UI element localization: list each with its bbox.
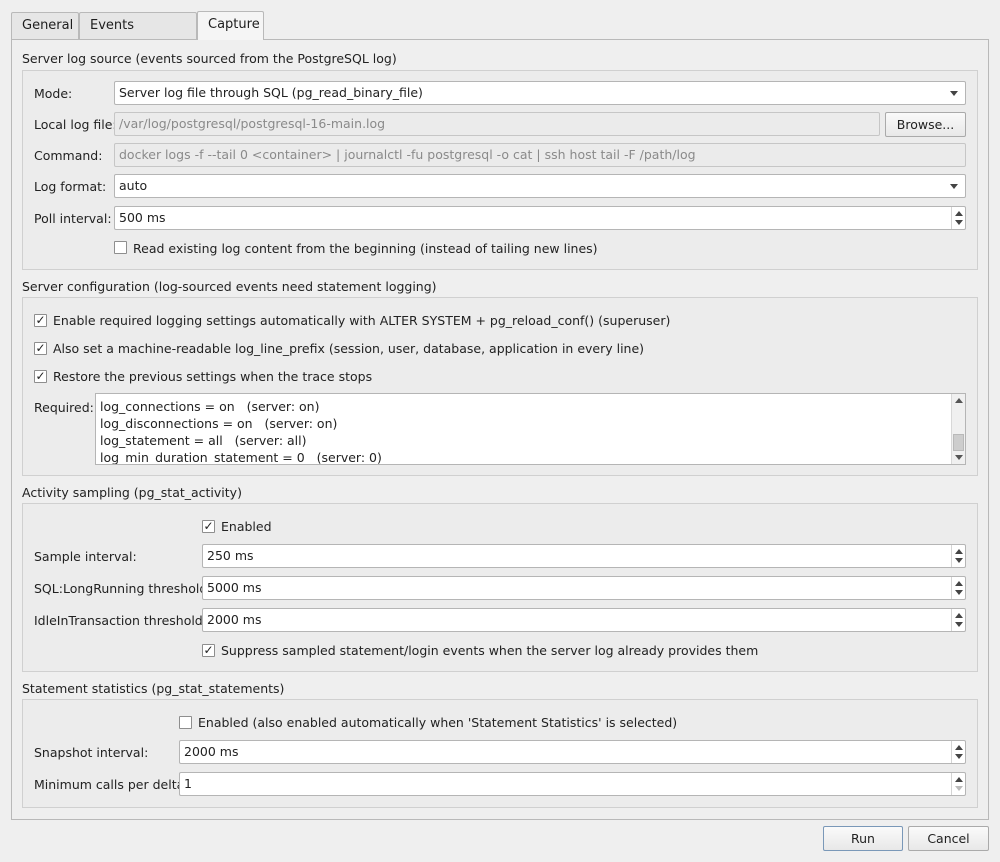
statements-enabled-checkbox[interactable] <box>179 716 192 729</box>
snapshot-interval-value: 2000 ms <box>184 744 239 759</box>
poll-interval-value: 500 ms <box>119 210 166 225</box>
spin-down-icon[interactable] <box>955 622 963 627</box>
spin-up-icon[interactable] <box>955 745 963 750</box>
min-calls-label: Minimum calls per delta: <box>34 777 189 792</box>
command-field[interactable]: docker logs -f --tail 0 <container> | jo… <box>114 143 966 167</box>
spin-buttons[interactable] <box>951 545 965 567</box>
log-format-value: auto <box>119 178 148 193</box>
mode-label: Mode: <box>34 86 73 101</box>
activity-section-title: Activity sampling (pg_stat_activity) <box>22 485 242 500</box>
spin-down-icon[interactable] <box>955 558 963 563</box>
poll-interval-spinbox[interactable]: 500 ms <box>114 206 966 230</box>
mode-combo[interactable]: Server log file through SQL (pg_read_bin… <box>114 81 966 105</box>
spin-up-icon[interactable] <box>955 211 963 216</box>
tab-general[interactable]: General <box>11 12 79 39</box>
restore-settings-checkbox[interactable]: ✓ <box>34 370 47 383</box>
enable-logging-checkbox[interactable]: ✓ <box>34 314 47 327</box>
required-settings-textarea[interactable]: log_connections = on (server: on) log_di… <box>95 393 966 465</box>
longrunning-threshold-spinbox[interactable]: 5000 ms <box>202 576 966 600</box>
idle-threshold-value: 2000 ms <box>207 612 262 627</box>
snapshot-interval-spinbox[interactable]: 2000 ms <box>179 740 966 764</box>
spin-up-icon[interactable] <box>955 549 963 554</box>
server-log-section-title: Server log source (events sourced from t… <box>22 51 397 66</box>
required-line: log_disconnections = on (server: on) <box>100 416 338 431</box>
spin-up-icon[interactable] <box>955 613 963 618</box>
required-label: Required: <box>34 400 94 415</box>
log-line-prefix-label: Also set a machine-readable log_line_pre… <box>53 341 645 356</box>
scroll-thumb[interactable] <box>953 434 964 451</box>
chevron-down-icon <box>950 91 958 96</box>
sample-interval-spinbox[interactable]: 250 ms <box>202 544 966 568</box>
suppress-sampled-checkbox[interactable]: ✓ <box>202 644 215 657</box>
activity-enabled-checkbox[interactable]: ✓ <box>202 520 215 533</box>
spin-up-icon[interactable] <box>955 581 963 586</box>
spin-buttons[interactable] <box>951 207 965 229</box>
spin-buttons[interactable] <box>951 577 965 599</box>
chevron-down-icon <box>950 184 958 189</box>
scroll-down-icon[interactable] <box>955 455 963 460</box>
enable-logging-label: Enable required logging settings automat… <box>53 313 671 328</box>
cancel-button[interactable]: Cancel <box>908 826 989 851</box>
sample-interval-label: Sample interval: <box>34 549 137 564</box>
spin-buttons[interactable] <box>951 609 965 631</box>
idle-threshold-label: IdleInTransaction threshold: <box>34 613 207 628</box>
longrunning-threshold-label: SQL:LongRunning threshold: <box>34 581 212 596</box>
browse-button[interactable]: Browse... <box>885 112 966 137</box>
tab-capture[interactable]: Capture <box>197 11 264 40</box>
required-line: log_statement = all (server: all) <box>100 433 307 448</box>
local-log-label: Local log file: <box>34 117 117 132</box>
poll-interval-label: Poll interval: <box>34 211 112 226</box>
suppress-sampled-label: Suppress sampled statement/login events … <box>221 643 759 658</box>
restore-settings-label: Restore the previous settings when the t… <box>53 369 373 384</box>
snapshot-interval-label: Snapshot interval: <box>34 745 149 760</box>
longrunning-threshold-value: 5000 ms <box>207 580 262 595</box>
log-format-combo[interactable]: auto <box>114 174 966 198</box>
statements-section-title: Statement statistics (pg_stat_statements… <box>22 681 285 696</box>
read-existing-checkbox[interactable] <box>114 241 127 254</box>
min-calls-value: 1 <box>184 776 192 791</box>
server-config-section-title: Server configuration (log-sourced events… <box>22 279 437 294</box>
spin-buttons[interactable] <box>951 741 965 763</box>
spin-down-icon[interactable] <box>955 786 963 791</box>
spin-down-icon[interactable] <box>955 590 963 595</box>
idle-threshold-spinbox[interactable]: 2000 ms <box>202 608 966 632</box>
tab-events-selection[interactable]: Events Selection <box>79 12 197 59</box>
sample-interval-value: 250 ms <box>207 548 254 563</box>
spin-buttons[interactable] <box>951 773 965 795</box>
min-calls-spinbox[interactable]: 1 <box>179 772 966 796</box>
mode-value: Server log file through SQL (pg_read_bin… <box>119 85 423 100</box>
command-label: Command: <box>34 148 103 163</box>
spin-up-icon[interactable] <box>955 777 963 782</box>
read-existing-label: Read existing log content from the begin… <box>133 241 598 256</box>
activity-enabled-label: Enabled <box>221 519 272 534</box>
statements-enabled-label: Enabled (also enabled automatically when… <box>198 715 678 730</box>
local-log-field[interactable]: /var/log/postgresql/postgresql-16-main.l… <box>114 112 880 136</box>
required-line: log_min_duration_statement = 0 (server: … <box>100 450 382 465</box>
log-line-prefix-checkbox[interactable]: ✓ <box>34 342 47 355</box>
log-format-label: Log format: <box>34 179 107 194</box>
spin-down-icon[interactable] <box>955 220 963 225</box>
required-line: log_connections = on (server: on) <box>100 399 320 414</box>
run-button[interactable]: Run <box>823 826 903 851</box>
vertical-scrollbar[interactable] <box>951 394 965 464</box>
spin-down-icon[interactable] <box>955 754 963 759</box>
scroll-up-icon[interactable] <box>955 398 963 403</box>
